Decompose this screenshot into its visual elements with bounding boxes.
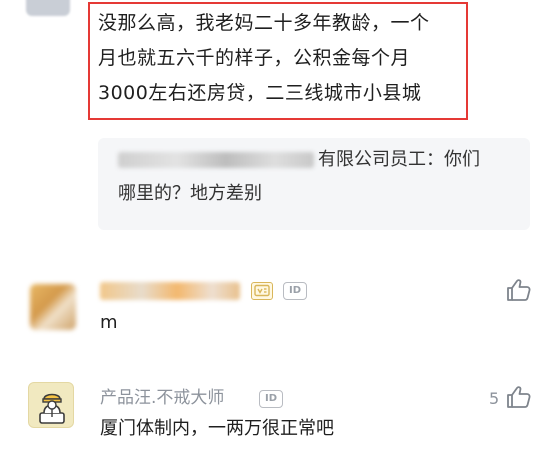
highlighted-comment-text: 没那么高，我老妈二十多年教龄，一个 月也就五六千的样子，公积金每个月 3000左…: [98, 6, 464, 111]
avatar[interactable]: [30, 284, 76, 330]
username[interactable]: 产品汪.不戒大师: [100, 385, 224, 411]
comment-line: 没那么高，我老妈二十多年教龄，一个: [98, 12, 430, 34]
reply-text-line1: 你们: [444, 149, 480, 170]
thumbs-up-icon[interactable]: [506, 385, 532, 413]
worker-avatar-icon[interactable]: [28, 382, 74, 428]
id-badge: ID: [283, 282, 307, 300]
comment-text: 厦门体制内，一两万很正常吧: [100, 418, 334, 439]
reply-author-suffix[interactable]: 有限公司员工：: [318, 149, 444, 170]
thumbs-up-icon[interactable]: [506, 278, 532, 306]
comment-line: 3000左右还房贷，二三线城市小县城: [98, 82, 422, 104]
top-avatar[interactable]: [26, 0, 70, 16]
id-badge: ID: [259, 390, 283, 408]
reply-text-line2: 哪里的？地方差别: [118, 183, 262, 204]
vip-card-icon: [251, 282, 273, 300]
like-count: 5: [489, 389, 500, 408]
comment-line: 月也就五六千的样子，公积金每个月: [98, 47, 411, 69]
comment-text: m: [100, 312, 118, 333]
reply-text: 有限公司员工：你们 哪里的？地方差别: [118, 143, 518, 211]
username-blurred[interactable]: [100, 282, 240, 300]
